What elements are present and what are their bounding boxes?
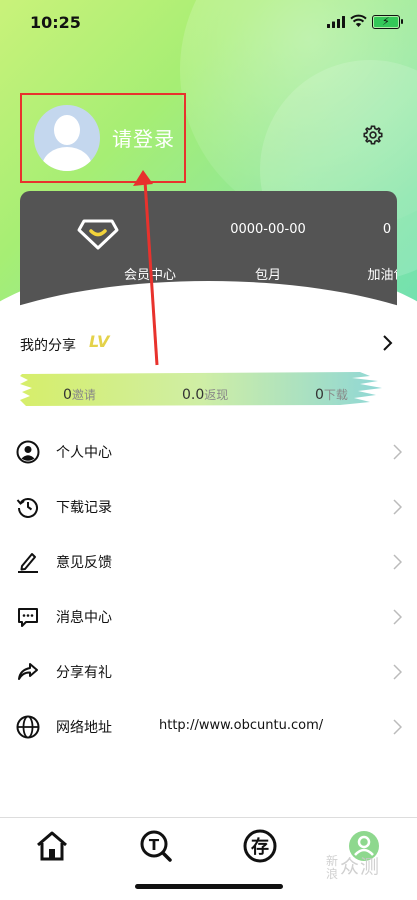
chevron-right-icon [393,609,402,625]
menu-item-label: 个人中心 [56,445,112,461]
watermark: 新浪众测 [326,853,381,881]
menu-item-label: 网络地址 [56,720,112,736]
decor-arc [20,281,397,325]
gear-icon[interactable] [362,124,384,146]
menu-item-web-address[interactable]: 网络地址 http://www.obcuntu.com/ [0,700,417,755]
home-icon[interactable] [34,828,70,864]
edit-pen-icon [18,553,38,573]
member-card: 会员中心 0000-00-00 包月 0 加油包 [20,191,397,325]
login-link[interactable]: 请登录 [112,123,175,152]
menu-item-download-history[interactable]: 下载记录 [0,480,417,535]
level-badge: LV [89,332,110,351]
battery-icon: ⚡ [372,15,403,29]
cellular-signal-icon [327,16,345,28]
message-icon [18,608,38,627]
menu-item-feedback[interactable]: 意见反馈 [0,535,417,590]
member-center-label: 会员中心 [123,268,176,283]
menu-item-label: 分享有礼 [56,665,112,681]
globe-icon [16,715,40,739]
home-indicator[interactable] [135,884,283,889]
share-stat-downloads: 0下载 [315,387,348,403]
search-t-icon[interactable]: T [138,828,174,864]
monthly-label: 包月 [254,268,281,283]
menu-item-label: 消息中心 [56,610,112,626]
booster-pack-label: 加油包 [367,268,397,283]
status-bar: 10:25 ⚡ [0,0,417,44]
menu-item-label: 意见反馈 [56,555,112,571]
my-share-title[interactable]: 我的分享 [20,335,76,355]
login-area[interactable]: 请登录 [20,93,186,183]
share-icon [18,663,38,680]
chevron-right-icon[interactable] [380,334,394,352]
status-time: 10:25 [30,13,81,32]
menu-item-label: 下载记录 [56,500,112,516]
chevron-right-icon [393,664,402,680]
store-icon[interactable]: 存 [242,828,278,864]
monthly-expiry-value: 0000-00-00 [230,222,306,237]
chevron-right-icon [393,554,402,570]
chevron-right-icon [393,719,402,735]
chevron-right-icon [393,444,402,460]
booster-pack-value: 0 [382,222,392,237]
share-stat-invite: 0邀请 [63,387,96,403]
menu-item-messages[interactable]: 消息中心 [0,590,417,645]
chevron-right-icon [393,499,402,515]
share-stat-cashback: 0.0返现 [182,387,229,403]
default-avatar-icon[interactable] [34,105,100,171]
svg-text:T: T [149,836,160,854]
wifi-icon [350,14,367,27]
menu-item-personal-center[interactable]: 个人中心 [0,425,417,480]
svg-text:存: 存 [251,836,269,858]
menu-item-share-gift[interactable]: 分享有礼 [0,645,417,700]
diamond-vip-icon [77,219,119,250]
web-address-value[interactable]: http://www.obcuntu.com/ [159,718,323,733]
user-circle-icon [16,440,40,464]
history-icon [16,498,38,518]
